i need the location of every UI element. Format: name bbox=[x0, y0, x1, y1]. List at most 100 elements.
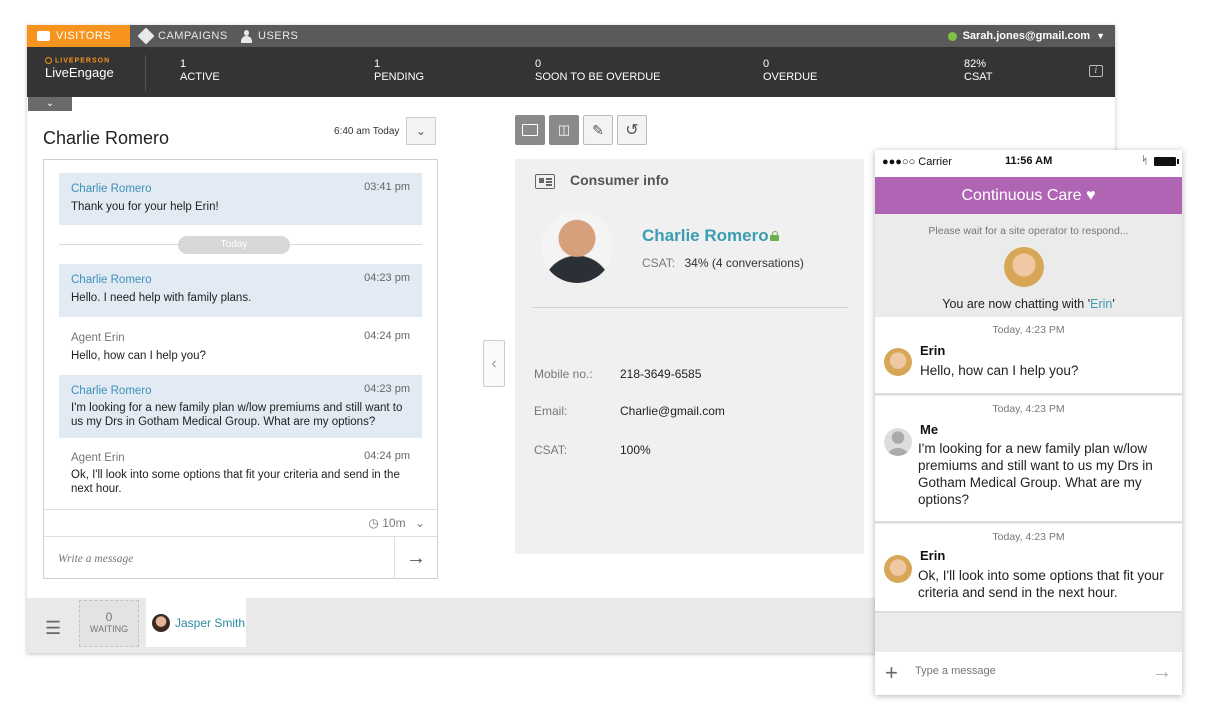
chat-bubble-icon bbox=[37, 31, 50, 41]
stat-label: SOON TO BE OVERDUE bbox=[535, 71, 661, 83]
info-icon[interactable]: i bbox=[1089, 65, 1103, 77]
message-author: Agent Erin bbox=[71, 452, 125, 464]
message-author: Charlie Romero bbox=[71, 385, 152, 397]
message-author: Me bbox=[920, 422, 939, 437]
waiting-count: 0 bbox=[105, 610, 113, 624]
message-text: Ok, I'll look into some options that fit… bbox=[918, 568, 1164, 600]
field-label: Email: bbox=[534, 404, 568, 418]
response-timer[interactable]: ◷ 10m ⌄ bbox=[44, 509, 437, 536]
arrow-right-icon[interactable]: → bbox=[1152, 661, 1172, 684]
status-icons: ᛋ bbox=[1141, 155, 1179, 167]
chat-start-time: 6:40 am Today bbox=[334, 126, 400, 137]
message-time: 04:23 pm bbox=[364, 383, 410, 395]
online-status-icon bbox=[947, 31, 957, 41]
consumer-info-tab-button[interactable] bbox=[515, 115, 545, 145]
message-time: 03:41 pm bbox=[364, 181, 410, 193]
stat-csat[interactable]: 82% CSAT bbox=[964, 58, 993, 84]
message-text: Hello, how can I help you? bbox=[71, 350, 206, 362]
plus-icon[interactable]: + bbox=[885, 660, 898, 686]
chat-message: Charlie Romero 03:41 pm Thank you for yo… bbox=[59, 173, 422, 225]
phone-status-bar: ●●●○○ Carrier 11:56 AM ᛋ bbox=[875, 150, 1182, 177]
message-time: Today, 4:23 PM bbox=[992, 324, 1065, 336]
now-prefix: You are now chatting with ' bbox=[942, 297, 1091, 311]
chat-message: Charlie Romero 04:23 pm I'm looking for … bbox=[59, 375, 422, 438]
waiting-queue[interactable]: 0 WAITING bbox=[79, 600, 139, 647]
message-input[interactable] bbox=[58, 549, 378, 569]
visitor-tab[interactable]: Jasper Smith bbox=[146, 598, 246, 647]
message-time: 04:24 pm bbox=[364, 450, 410, 462]
menu-icon[interactable]: ☰ bbox=[45, 618, 61, 639]
history-tab-button[interactable]: ↺ bbox=[617, 115, 647, 145]
stat-active[interactable]: 1 ACTIVE bbox=[180, 58, 220, 84]
chevron-down-icon: ⌄ bbox=[45, 98, 55, 109]
battery-icon bbox=[1154, 156, 1179, 166]
chevron-down-icon: ▼ bbox=[1096, 31, 1105, 41]
message-text: I'm looking for a new family plan w/low … bbox=[71, 402, 403, 428]
message-author: Charlie Romero bbox=[71, 274, 152, 286]
message-time: Today, 4:23 PM bbox=[992, 403, 1065, 415]
user-email: Sarah.jones@gmail.com bbox=[962, 30, 1091, 42]
chat-transcript: Charlie Romero 03:41 pm Thank you for yo… bbox=[43, 159, 438, 579]
message-author: Erin bbox=[920, 343, 946, 358]
phone-message-input[interactable] bbox=[915, 665, 1135, 677]
stat-overdue[interactable]: 0 OVERDUE bbox=[763, 58, 817, 84]
message-text: Ok, I'll look into some options that fit… bbox=[71, 469, 400, 495]
nav-campaigns[interactable]: CAMPAIGNS bbox=[130, 25, 238, 47]
tag-icon bbox=[137, 27, 155, 45]
phone-clock: 11:56 AM bbox=[1005, 155, 1053, 167]
message-text: I'm looking for a new family plan w/low … bbox=[918, 441, 1153, 507]
field-label: Mobile no.: bbox=[534, 367, 593, 381]
chat-options-dropdown[interactable]: ⌄ bbox=[406, 117, 436, 145]
csat-label: CSAT: bbox=[642, 256, 676, 270]
wait-notice: Please wait for a site operator to respo… bbox=[928, 225, 1129, 237]
consumer-name: Charlie Romero bbox=[642, 226, 769, 245]
chat-header: Continuous Care ♥ bbox=[875, 177, 1182, 214]
consumer-avatar bbox=[541, 211, 613, 283]
message-text: Thank you for your help Erin! bbox=[71, 201, 219, 213]
stats-bar: LIVEPERSON LiveEngage 1 ACTIVE 1 PENDING… bbox=[27, 47, 1115, 97]
message-author: Erin bbox=[920, 548, 946, 563]
send-button[interactable]: → bbox=[394, 537, 437, 579]
agent-name: Erin bbox=[1090, 297, 1113, 311]
csat-value: 34% (4 conversations) bbox=[684, 256, 804, 270]
user-menu[interactable]: Sarah.jones@gmail.com ▼ bbox=[947, 25, 1105, 47]
message-text: Hello, how can I help you? bbox=[920, 363, 1079, 378]
chat-message: Charlie Romero 04:23 pm Hello. I need he… bbox=[59, 264, 422, 317]
avatar bbox=[884, 348, 912, 376]
message-time: Today, 4:23 PM bbox=[992, 531, 1065, 543]
collapse-side-panel-button[interactable]: ‹ bbox=[483, 340, 505, 387]
message-text: Hello. I need help with family plans. bbox=[71, 292, 252, 304]
chevron-down-icon: ⌄ bbox=[414, 516, 425, 530]
visitor-tab-name: Jasper Smith bbox=[175, 615, 246, 630]
mobile-chat-preview: ●●●○○ Carrier 11:56 AM ᛋ Continuous Care… bbox=[875, 150, 1182, 695]
consumer-csat: CSAT: 34% (4 conversations) bbox=[642, 256, 804, 270]
lock-icon bbox=[770, 231, 779, 241]
agent-avatar bbox=[1004, 247, 1044, 287]
id-card-icon bbox=[535, 174, 555, 189]
notes-tab-button[interactable]: ✎ bbox=[583, 115, 613, 145]
chat-visitor-name: Charlie Romero bbox=[43, 128, 170, 148]
logo-divider bbox=[145, 55, 146, 91]
nav-visitors[interactable]: VISITORS bbox=[27, 25, 130, 47]
phone-composer: + → bbox=[875, 652, 1182, 695]
chat-message: Agent Erin 04:24 pm Ok, I'll look into s… bbox=[59, 442, 422, 504]
stat-soon-overdue[interactable]: 0 SOON TO BE OVERDUE bbox=[535, 58, 661, 84]
user-icon bbox=[241, 29, 252, 43]
stat-value: 0 bbox=[763, 58, 770, 70]
chevron-down-icon: ⌄ bbox=[415, 124, 427, 138]
message-time: 04:24 pm bbox=[364, 330, 410, 342]
nav-campaigns-label: CAMPAIGNS bbox=[158, 30, 228, 42]
avatar bbox=[884, 428, 912, 456]
nav-users[interactable]: USERS bbox=[231, 25, 308, 47]
nav-users-label: USERS bbox=[258, 30, 299, 42]
field-value: Charlie@gmail.com bbox=[620, 404, 725, 418]
field-value: 218-3649-6585 bbox=[620, 367, 702, 381]
logo-product: LiveEngage bbox=[45, 65, 114, 81]
stat-label: PENDING bbox=[374, 71, 425, 83]
stat-pending[interactable]: 1 PENDING bbox=[374, 58, 424, 84]
field-value: 100% bbox=[620, 443, 651, 457]
phone-message: Today, 4:23 PM Erin Hello, how can I hel… bbox=[875, 317, 1182, 395]
phone-message: Today, 4:23 PM Erin Ok, I'll look into s… bbox=[875, 524, 1182, 613]
engagement-info-tab-button[interactable]: ◫ bbox=[549, 115, 579, 145]
collapse-stats-button[interactable]: ⌄ bbox=[28, 97, 72, 111]
